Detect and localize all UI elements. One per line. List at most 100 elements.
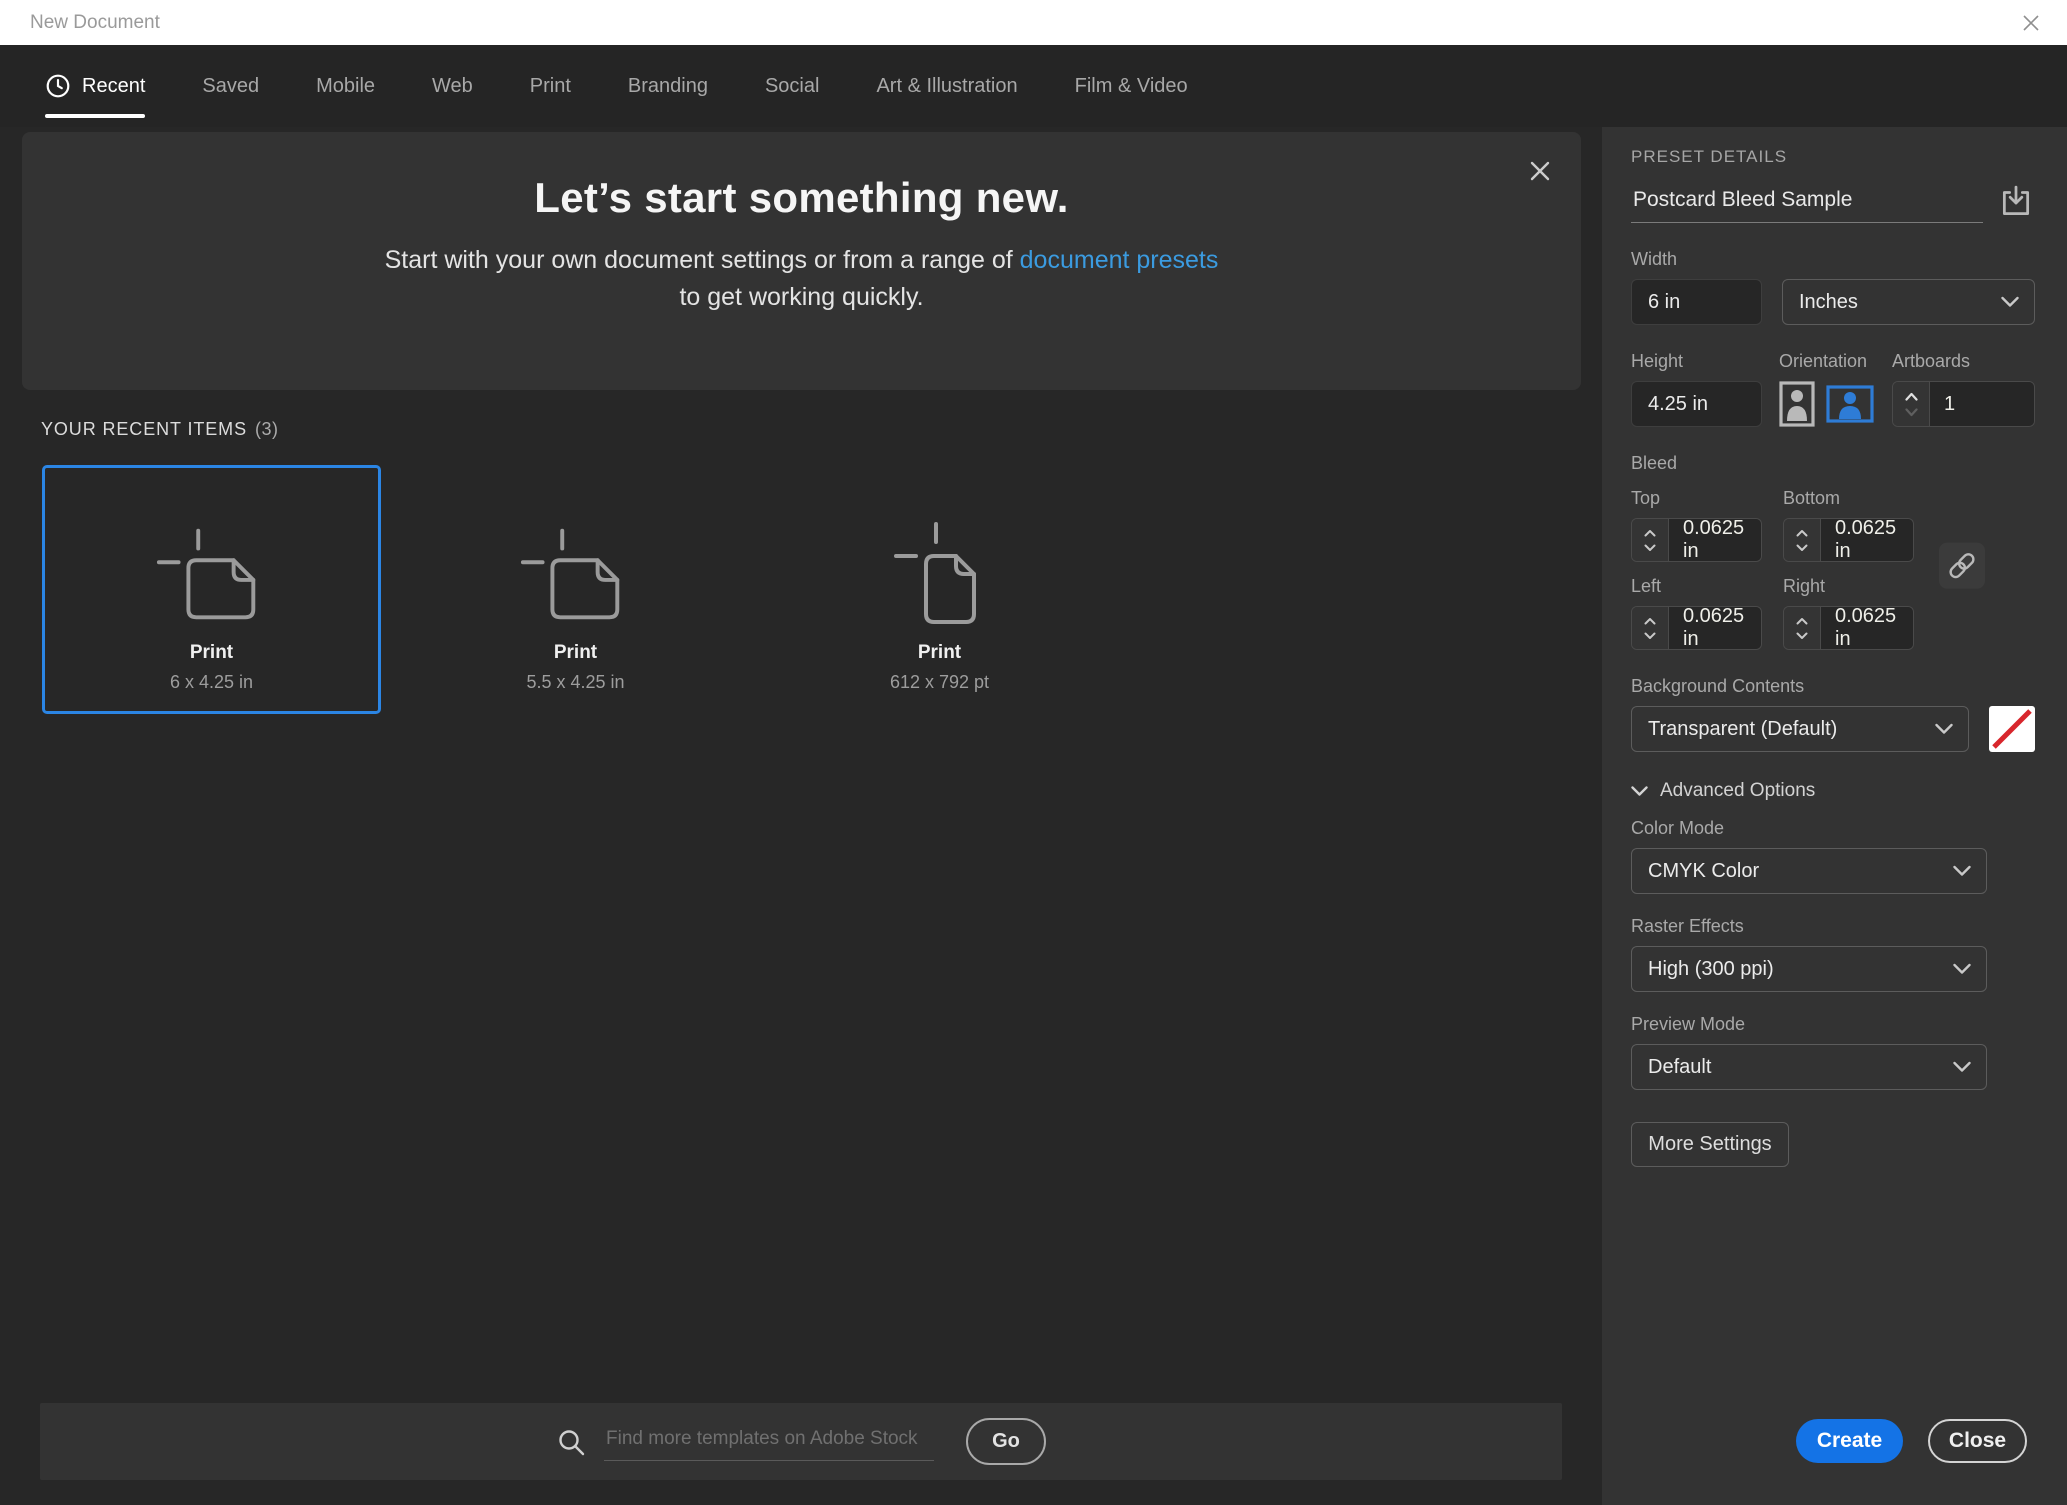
card-size-label: 612 x 792 pt <box>890 672 989 693</box>
hero-subtitle-text: Start with your own document settings or… <box>385 246 1020 274</box>
preset-details-panel: PRESET DETAILS Width Inches Height Or <box>1602 127 2067 1505</box>
recent-items-grid: Print 6 x 4.25 in Print 5.5 x 4.25 in <box>42 465 1109 714</box>
tab-branding[interactable]: Branding <box>628 45 708 127</box>
card-size-label: 5.5 x 4.25 in <box>526 672 624 693</box>
adobe-stock-search-bar: Go <box>40 1403 1562 1480</box>
artboards-value[interactable]: 1 <box>1930 382 2034 426</box>
preview-mode-dropdown[interactable]: Default <box>1631 1044 1987 1090</box>
tab-print[interactable]: Print <box>530 45 571 127</box>
units-dropdown[interactable]: Inches <box>1782 279 2035 325</box>
panel-header: PRESET DETAILS <box>1631 147 2035 167</box>
close-button[interactable]: Close <box>1928 1419 2027 1463</box>
main-content: Let’s start something new. Start with yo… <box>0 127 1602 1505</box>
bleed-bottom-label: Bottom <box>1783 488 1914 509</box>
recent-items-title: YOUR RECENT ITEMS <box>41 419 247 439</box>
tab-film-video[interactable]: Film & Video <box>1075 45 1188 127</box>
hero-subtitle: Start with your own document settings or… <box>379 242 1224 316</box>
orientation-landscape-icon[interactable] <box>1826 385 1874 423</box>
bleed-bottom-decrement-button[interactable] <box>1796 544 1808 552</box>
bleed-left-decrement-button[interactable] <box>1644 632 1656 640</box>
tab-label: Branding <box>628 75 708 98</box>
background-contents-dropdown[interactable]: Transparent (Default) <box>1631 706 1969 752</box>
tab-saved[interactable]: Saved <box>202 45 259 127</box>
chevron-down-icon <box>1953 1062 1971 1073</box>
recent-items-count: (3) <box>255 419 279 439</box>
bleed-left-label: Left <box>1631 576 1762 597</box>
bleed-left-increment-button[interactable] <box>1644 617 1656 625</box>
width-field[interactable] <box>1631 279 1762 325</box>
bleed-left-value[interactable]: 0.0625 in <box>1669 607 1761 649</box>
tab-art-illustration[interactable]: Art & Illustration <box>876 45 1017 127</box>
link-icon <box>1945 549 1979 583</box>
bleed-top-increment-button[interactable] <box>1644 529 1656 537</box>
search-input[interactable] <box>604 1422 934 1461</box>
card-size-label: 6 x 4.25 in <box>170 672 253 693</box>
create-button[interactable]: Create <box>1796 1419 1903 1463</box>
bleed-bottom-value[interactable]: 0.0625 in <box>1821 519 1913 561</box>
height-field[interactable] <box>1631 381 1762 427</box>
orientation-label: Orientation <box>1779 351 1875 372</box>
card-type-label: Print <box>918 642 961 664</box>
height-label: Height <box>1631 351 1762 372</box>
tab-label: Art & Illustration <box>876 75 1017 98</box>
artboards-decrement-button[interactable] <box>1905 408 1918 417</box>
category-tabbar: Recent Saved Mobile Web Print Branding S… <box>0 45 2067 127</box>
bleed-bottom-stepper: 0.0625 in <box>1783 518 1914 562</box>
tab-recent[interactable]: Recent <box>45 45 145 127</box>
width-label: Width <box>1631 249 2035 270</box>
bleed-top-stepper: 0.0625 in <box>1631 518 1762 562</box>
link-bleed-values-button[interactable] <box>1939 543 1985 589</box>
document-presets-link[interactable]: document presets <box>1020 246 1219 274</box>
tab-label: Web <box>432 75 473 98</box>
tab-label: Recent <box>82 75 145 98</box>
bleed-right-increment-button[interactable] <box>1796 617 1808 625</box>
tab-label: Print <box>530 75 571 98</box>
new-document-dialog: New Document Recent Saved Mobile Web Pri… <box>0 0 2067 1505</box>
hero-close-icon[interactable] <box>1525 156 1555 186</box>
chevron-down-icon <box>1953 964 1971 975</box>
bleed-right-stepper: 0.0625 in <box>1783 606 1914 650</box>
card-type-label: Print <box>190 642 233 664</box>
bleed-left-stepper: 0.0625 in <box>1631 606 1762 650</box>
advanced-options-label: Advanced Options <box>1660 780 1815 802</box>
preset-name-field[interactable] <box>1631 188 1983 223</box>
tab-mobile[interactable]: Mobile <box>316 45 375 127</box>
bleed-right-decrement-button[interactable] <box>1796 632 1808 640</box>
tab-label: Mobile <box>316 75 375 98</box>
more-settings-button[interactable]: More Settings <box>1631 1122 1789 1167</box>
bleed-right-value[interactable]: 0.0625 in <box>1821 607 1913 649</box>
window-title: New Document <box>30 12 160 34</box>
advanced-options-toggle[interactable]: Advanced Options <box>1631 780 2035 802</box>
print-document-portrait-icon <box>884 520 996 626</box>
bleed-top-value[interactable]: 0.0625 in <box>1669 519 1761 561</box>
recent-item-card[interactable]: Print 6 x 4.25 in <box>42 465 381 714</box>
bleed-top-label: Top <box>1631 488 1762 509</box>
go-button[interactable]: Go <box>966 1418 1046 1465</box>
card-type-label: Print <box>554 642 597 664</box>
chevron-down-icon <box>1631 786 1648 797</box>
orientation-portrait-icon[interactable] <box>1779 381 1815 427</box>
tab-label: Saved <box>202 75 259 98</box>
bleed-top-decrement-button[interactable] <box>1644 544 1656 552</box>
artboards-stepper: 1 <box>1892 381 2035 427</box>
chevron-down-icon <box>2001 297 2019 308</box>
clock-icon <box>45 73 71 99</box>
print-document-landscape-icon <box>517 526 635 626</box>
recent-item-card[interactable]: Print 5.5 x 4.25 in <box>406 465 745 714</box>
hero-subtitle-text: to get working quickly. <box>679 283 923 311</box>
chevron-down-icon <box>1935 724 1953 735</box>
window-close-icon[interactable] <box>2015 7 2047 39</box>
artboards-increment-button[interactable] <box>1905 392 1918 401</box>
color-mode-dropdown[interactable]: CMYK Color <box>1631 848 1987 894</box>
save-preset-icon[interactable] <box>1997 183 2035 221</box>
search-icon <box>556 1427 586 1457</box>
bleed-bottom-increment-button[interactable] <box>1796 529 1808 537</box>
raster-effects-dropdown[interactable]: High (300 ppi) <box>1631 946 1987 992</box>
tab-web[interactable]: Web <box>432 45 473 127</box>
background-contents-label: Background Contents <box>1631 676 2035 697</box>
tab-label: Film & Video <box>1075 75 1188 98</box>
tab-social[interactable]: Social <box>765 45 819 127</box>
raster-effects-label: Raster Effects <box>1631 916 2035 937</box>
preview-mode-label: Preview Mode <box>1631 1014 2035 1035</box>
recent-item-card[interactable]: Print 612 x 792 pt <box>770 465 1109 714</box>
